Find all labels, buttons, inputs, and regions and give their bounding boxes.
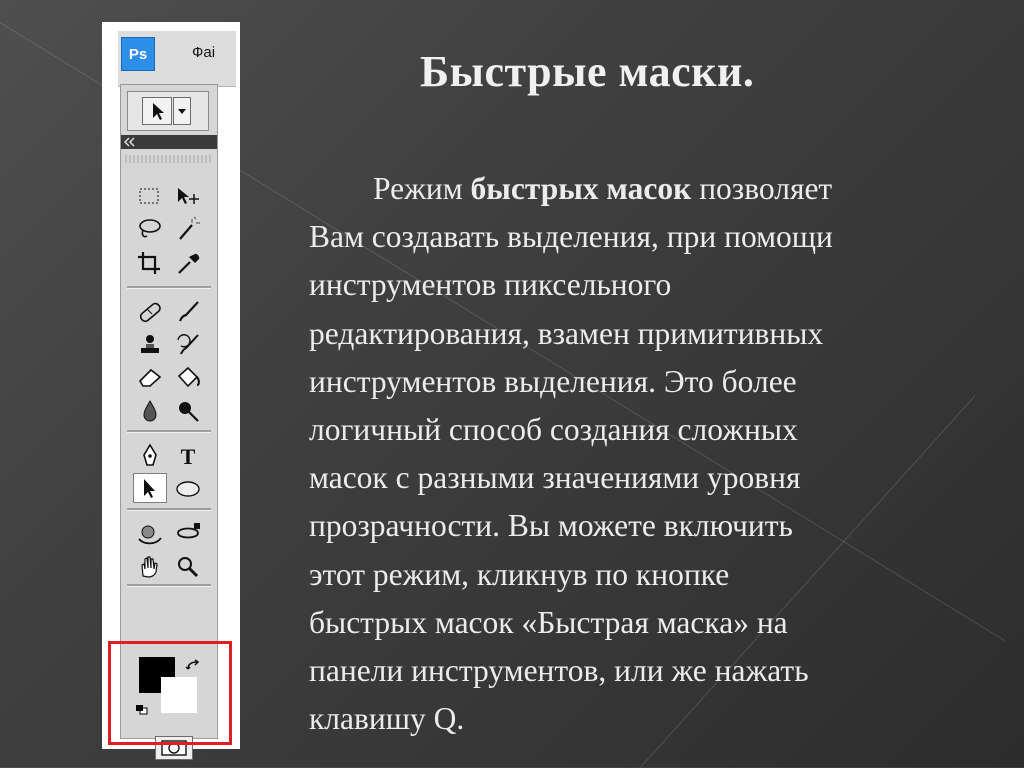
blur-icon bbox=[143, 399, 157, 422]
tool-rectangular-marquee[interactable] bbox=[133, 181, 167, 211]
tool-group-separator bbox=[127, 286, 211, 289]
tool-brush[interactable] bbox=[171, 296, 205, 326]
body-line: инструментов пиксельного bbox=[309, 267, 672, 303]
tool-group-separator bbox=[127, 508, 211, 511]
rectangular-marquee-icon bbox=[139, 188, 159, 204]
body-line: масок с разными значениями уровня bbox=[309, 460, 801, 496]
tool-3d-orbit[interactable] bbox=[171, 518, 205, 548]
dodge-icon bbox=[179, 402, 199, 422]
tool-magic-wand[interactable] bbox=[171, 214, 205, 244]
tool-ellipse[interactable] bbox=[171, 473, 205, 503]
lasso-icon bbox=[139, 219, 161, 238]
body-line: Режим быстрых масок позволяет bbox=[373, 171, 833, 206]
panel-collapse-bar[interactable] bbox=[121, 135, 217, 149]
tool-crop[interactable] bbox=[133, 247, 167, 277]
double-chevron-left-icon bbox=[123, 137, 135, 147]
tool-eyedropper[interactable] bbox=[171, 247, 205, 277]
hand-icon bbox=[141, 556, 158, 578]
emphasis: быстрых масок bbox=[470, 171, 692, 206]
3d-orbit-icon bbox=[177, 523, 200, 539]
tool-group-separator bbox=[127, 584, 211, 587]
tool-preset-dropdown[interactable] bbox=[173, 97, 191, 125]
tool-zoom[interactable] bbox=[171, 551, 205, 581]
body-line: логичный способ создания сложных bbox=[309, 412, 798, 448]
3d-rotate-icon bbox=[138, 525, 162, 545]
quick-mask-highlight bbox=[108, 641, 232, 745]
slide-title: Быстрые маски. bbox=[420, 47, 755, 96]
crop-icon bbox=[138, 252, 160, 274]
brush-icon bbox=[178, 301, 199, 322]
body-line: Вам создавать выделения, при помощи bbox=[309, 219, 833, 255]
tool-history-brush[interactable] bbox=[171, 329, 205, 359]
svg-text:T: T bbox=[181, 444, 196, 469]
arrow-cursor-icon bbox=[153, 103, 164, 120]
magic-wand-icon bbox=[179, 216, 200, 240]
paint-bucket-icon bbox=[177, 366, 200, 388]
tool-clone-stamp[interactable] bbox=[133, 329, 167, 359]
tool-group-separator bbox=[127, 430, 211, 433]
tool-blur[interactable] bbox=[133, 395, 167, 425]
history-brush-icon bbox=[177, 334, 199, 355]
tool-move[interactable] bbox=[171, 181, 205, 211]
tool-dodge[interactable] bbox=[171, 395, 205, 425]
tool-pen[interactable] bbox=[133, 440, 167, 470]
tool-eraser[interactable] bbox=[133, 362, 167, 392]
eraser-icon bbox=[138, 368, 162, 387]
tool-3d-rotate[interactable] bbox=[133, 518, 167, 548]
tool-preset-group bbox=[127, 91, 209, 131]
tool-healing-brush[interactable] bbox=[133, 296, 167, 326]
zoom-icon bbox=[178, 557, 199, 578]
tool-paint-bucket[interactable] bbox=[171, 362, 205, 392]
photoshop-screenshot: Ps Фаі T bbox=[102, 22, 240, 760]
move-icon bbox=[178, 188, 199, 204]
photoshop-logo[interactable]: Ps bbox=[121, 37, 155, 71]
tool-type[interactable]: T bbox=[171, 440, 205, 470]
body-line: прозрачности. Вы можете включить bbox=[309, 508, 793, 544]
path-selection-icon bbox=[144, 479, 155, 498]
healing-brush-icon bbox=[139, 302, 161, 323]
menu-file[interactable]: Фаі bbox=[192, 44, 215, 61]
body-line: панели инструментов, или же нажать bbox=[309, 653, 809, 689]
eyedropper-icon bbox=[178, 253, 200, 274]
body-line: этот режим, кликнув по кнопке bbox=[309, 556, 730, 592]
tool-preset-button[interactable] bbox=[142, 97, 172, 125]
body-line: быстрых масок «Быстрая маска» на bbox=[309, 604, 788, 640]
ellipse-icon bbox=[176, 481, 200, 497]
chevron-down-icon bbox=[178, 109, 186, 114]
tool-path-selection[interactable] bbox=[133, 473, 167, 503]
panel-grip[interactable] bbox=[125, 155, 213, 163]
slide-body: Режим быстрых масок позволяет Вам создав… bbox=[309, 165, 989, 743]
body-line: инструментов выделения. Это более bbox=[309, 363, 797, 399]
app-bar: Ps Фаі bbox=[118, 31, 236, 87]
tool-lasso[interactable] bbox=[133, 214, 167, 244]
pen-icon bbox=[143, 443, 157, 466]
tool-hand[interactable] bbox=[133, 551, 167, 581]
clone-stamp-icon bbox=[141, 335, 159, 353]
type-icon: T bbox=[181, 444, 196, 469]
body-line: редактирования, взамен примитивных bbox=[309, 315, 824, 351]
body-line: клавишу Q. bbox=[309, 701, 465, 737]
